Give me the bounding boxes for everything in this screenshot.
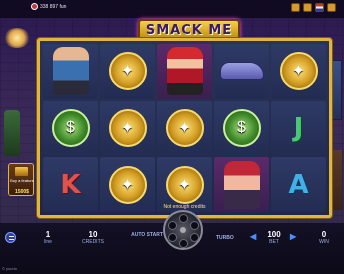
- line-value: 1: [45, 230, 51, 239]
- reel-cell: J: [271, 100, 326, 156]
- woman-symbol-icon: [166, 47, 203, 96]
- reel-frame: ✦ ✦ $ ✦ ✦ $ J K ✦ ✦ Not enough credits A: [37, 38, 332, 218]
- reel-cell: [43, 44, 98, 99]
- reel-cell: ✦ Not enough credits: [157, 157, 212, 212]
- reel-cell: $: [43, 100, 98, 156]
- home-icon[interactable]: [31, 3, 38, 10]
- credits-label: CREDITS: [82, 239, 104, 245]
- bet-display: 100 BET: [262, 230, 286, 245]
- language-flag-icon[interactable]: [315, 3, 324, 12]
- reel-cell: [214, 44, 269, 99]
- spin-button[interactable]: [163, 210, 203, 250]
- gun-symbol-icon: ✦: [108, 108, 147, 147]
- menu-icon: [9, 236, 14, 240]
- bet-label: BET: [269, 239, 279, 245]
- bet-value: 100: [267, 230, 281, 239]
- letter-a-symbol: A: [288, 169, 309, 200]
- gun-symbol-icon: ✦: [165, 108, 204, 147]
- chamber-icon: [168, 233, 177, 242]
- footer-text: © yourlo: [2, 266, 17, 271]
- letter-j-symbol: J: [293, 112, 304, 143]
- reel-cell: $: [214, 100, 269, 156]
- money-symbol-icon: $: [222, 108, 261, 147]
- sound-icon[interactable]: [291, 3, 300, 12]
- balance-display: 338 897 fun: [40, 4, 67, 10]
- car-symbol-icon: [219, 62, 264, 81]
- chamber-icon: [168, 221, 177, 230]
- money-symbol-icon: $: [51, 108, 90, 147]
- bet-decrease-button[interactable]: ◀: [250, 232, 256, 241]
- logo-text: SMACK ME: [145, 23, 233, 38]
- menu-button[interactable]: [5, 232, 16, 243]
- win-value: 0: [321, 230, 327, 239]
- chamber-icon: [190, 221, 199, 230]
- gun-symbol-icon: ✦: [108, 165, 147, 204]
- credits-value: 10: [88, 230, 98, 239]
- gun-symbol-icon: ✦: [165, 165, 204, 204]
- info-icon[interactable]: [327, 3, 336, 12]
- woman2-symbol-icon: [223, 160, 260, 209]
- line-display: 1 line: [38, 230, 58, 245]
- reel-cell: [157, 44, 212, 99]
- reel-grid: ✦ ✦ $ ✦ ✦ $ J K ✦ ✦ Not enough credits A: [43, 44, 326, 212]
- buy-feature-price: 1500$: [15, 189, 29, 195]
- reel-cell: A: [271, 157, 326, 212]
- gun-symbol-icon: ✦: [279, 52, 318, 91]
- spin-center: [180, 227, 186, 233]
- reel-cell: ✦: [271, 44, 326, 99]
- chamber-icon: [190, 233, 199, 242]
- reel-cell: ✦: [100, 44, 155, 99]
- buy-feature-label: Buy a feature: [10, 178, 34, 183]
- reel-cell: ✦: [100, 157, 155, 212]
- gun-symbol-icon: ✦: [108, 52, 147, 91]
- chamber-icon: [179, 239, 188, 248]
- line-label: line: [44, 239, 52, 245]
- reel-cell: ✦: [100, 100, 155, 156]
- credits-display: 10 CREDITS: [80, 230, 106, 245]
- fullscreen-icon[interactable]: [303, 3, 312, 12]
- letter-k-symbol: K: [60, 169, 81, 200]
- bottle-icon: [4, 110, 20, 156]
- buy-feature-button[interactable]: Buy a feature 1500$: [8, 163, 34, 196]
- reel-cell: K: [43, 157, 98, 212]
- bet-increase-button[interactable]: ▶: [290, 232, 296, 241]
- top-icons: [291, 3, 336, 12]
- chest-icon: [14, 166, 29, 177]
- man-symbol-icon: [52, 47, 89, 96]
- autostart-button[interactable]: AUTO START: [130, 232, 164, 238]
- reel-cell: ✦: [157, 100, 212, 156]
- win-display: 0 WIN: [315, 230, 333, 245]
- lamp-icon: [4, 28, 30, 48]
- win-label: WIN: [319, 239, 329, 245]
- reel-cell: [214, 157, 269, 212]
- chamber-icon: [179, 214, 188, 223]
- turbo-button[interactable]: TURBO: [216, 235, 234, 241]
- top-bar: 338 897 fun: [0, 0, 344, 18]
